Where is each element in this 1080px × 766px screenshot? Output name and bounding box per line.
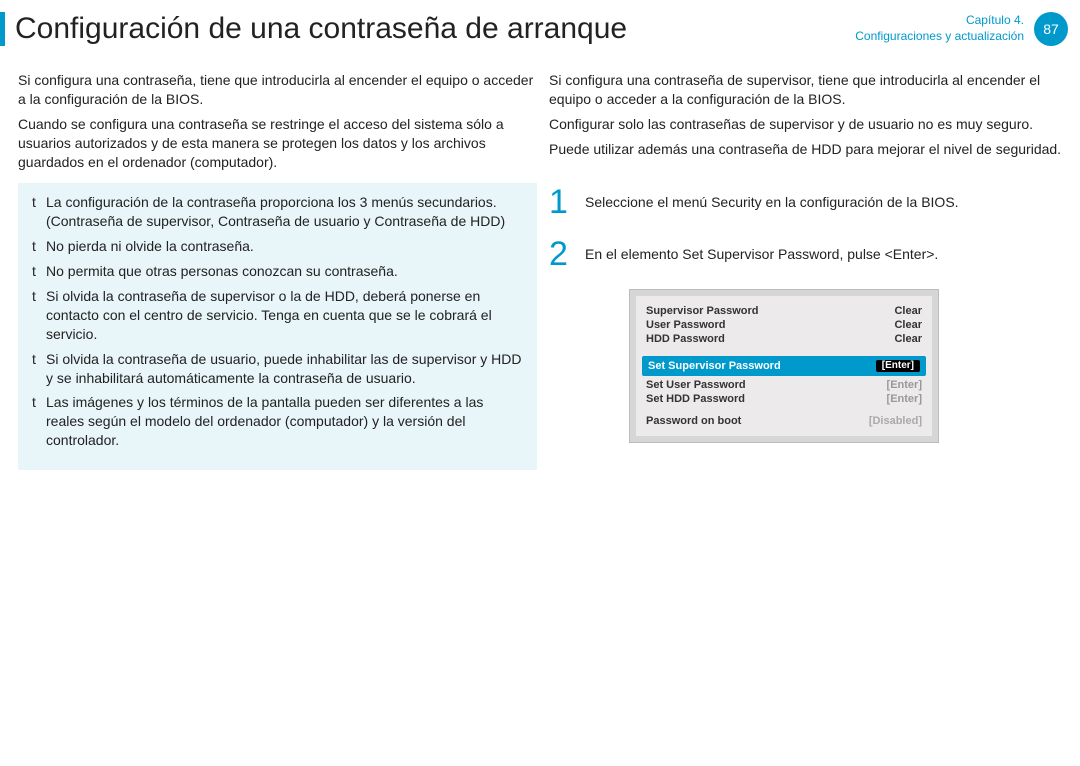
note-item: Las imágenes y los términos de la pantal… <box>32 393 523 450</box>
supervisor-paragraph-1: Si conﬁgura una contraseña de supervisor… <box>549 71 1068 109</box>
bios-value: Clear <box>894 333 922 345</box>
bios-label: User Password <box>646 319 725 331</box>
bios-value: [Enter] <box>887 379 922 391</box>
step-number: 1 <box>549 185 573 219</box>
bios-value: Clear <box>894 305 922 317</box>
supervisor-paragraph-2: Conﬁgurar solo las contraseñas de superv… <box>549 115 1068 134</box>
chapter-line1: Capítulo 4. <box>855 13 1024 29</box>
bios-separator <box>646 406 922 414</box>
bios-inner: Supervisor Password Clear User Password … <box>636 296 932 436</box>
steps-list: 1 Seleccione el menú Security en la conﬁ… <box>549 185 1068 271</box>
step-2: 2 En el elemento Set Supervisor Password… <box>549 237 1068 271</box>
bios-row-selected: Set Supervisor Password [Enter] <box>642 356 926 376</box>
bios-label: Set User Password <box>646 379 746 391</box>
bios-value: [Disabled] <box>869 415 922 427</box>
bios-row: HDD Password Clear <box>646 332 922 346</box>
bios-value: [Enter] <box>876 360 920 372</box>
note-item: No pierda ni olvide la contraseña. <box>32 237 523 256</box>
bios-separator <box>646 346 922 354</box>
page-header: Conﬁguración de una contraseña de arranq… <box>0 0 1080 71</box>
note-item: La conﬁguración de la contraseña proporc… <box>32 193 523 231</box>
page-title: Conﬁguración de una contraseña de arranq… <box>15 12 627 46</box>
notes-box: La conﬁguración de la contraseña proporc… <box>18 183 537 470</box>
step-text: Seleccione el menú Security en la conﬁgu… <box>585 185 959 219</box>
intro-paragraph-2: Cuando se conﬁgura una contraseña se res… <box>18 115 537 172</box>
bios-row: Set HDD Password [Enter] <box>646 392 922 406</box>
bios-row: Supervisor Password Clear <box>646 304 922 318</box>
bios-label: Set HDD Password <box>646 393 745 405</box>
page-number-badge: 87 <box>1034 12 1068 46</box>
chapter-line2: Conﬁguraciones y actualización <box>855 29 1024 45</box>
bios-label: Password on boot <box>646 415 741 427</box>
header-meta: Capítulo 4. Conﬁguraciones y actualizaci… <box>855 12 1080 46</box>
title-bar: Conﬁguración de una contraseña de arranq… <box>0 12 627 46</box>
notes-list: La conﬁguración de la contraseña proporc… <box>32 193 523 450</box>
bios-row: User Password Clear <box>646 318 922 332</box>
bios-value: [Enter] <box>887 393 922 405</box>
right-column: Si conﬁgura una contraseña de supervisor… <box>545 71 1068 470</box>
step-text: En el elemento Set Supervisor Password, … <box>585 237 938 271</box>
supervisor-paragraph-3: Puede utilizar además una contraseña de … <box>549 140 1068 159</box>
note-item: Si olvida la contraseña de usuario, pued… <box>32 350 523 388</box>
bios-label: HDD Password <box>646 333 725 345</box>
step-1: 1 Seleccione el menú Security en la conﬁ… <box>549 185 1068 219</box>
note-item: No permita que otras personas conozcan s… <box>32 262 523 281</box>
note-item: Si olvida la contraseña de supervisor o … <box>32 287 523 344</box>
step-number: 2 <box>549 237 573 271</box>
bios-label: Supervisor Password <box>646 305 759 317</box>
chapter-block: Capítulo 4. Conﬁguraciones y actualizaci… <box>855 13 1024 44</box>
bios-label: Set Supervisor Password <box>648 360 781 372</box>
bios-panel: Supervisor Password Clear User Password … <box>629 289 939 443</box>
left-column: Si conﬁgura una contraseña, tiene que in… <box>18 71 545 470</box>
bios-row: Set User Password [Enter] <box>646 378 922 392</box>
content-area: Si conﬁgura una contraseña, tiene que in… <box>0 71 1080 470</box>
bios-row: Password on boot [Disabled] <box>646 414 922 428</box>
bios-value: Clear <box>894 319 922 331</box>
intro-paragraph-1: Si conﬁgura una contraseña, tiene que in… <box>18 71 537 109</box>
